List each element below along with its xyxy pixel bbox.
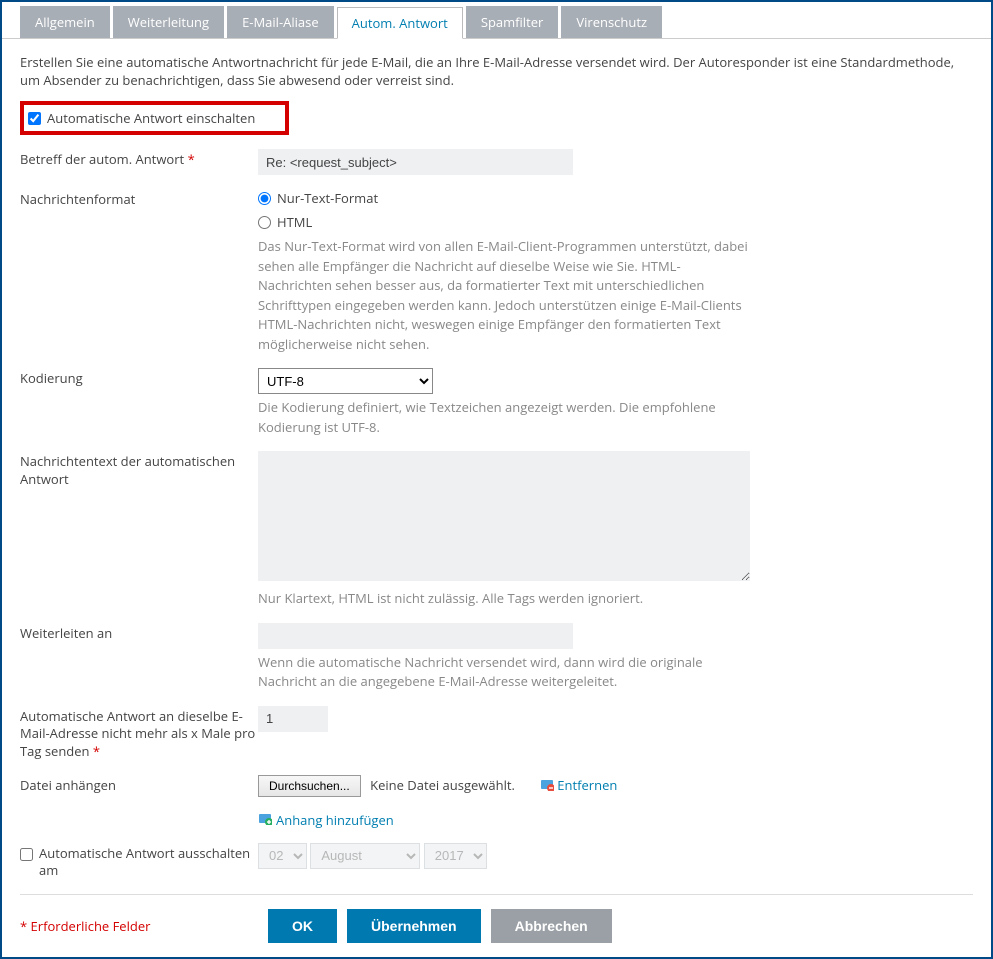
encoding-note: Die Kodierung definiert, wie Textzeichen… [258,398,753,437]
tabs-bar: Allgemein Weiterleitung E-Mail-Aliase Au… [2,2,991,39]
limit-input[interactable] [258,706,328,732]
disable-on-checkbox-row[interactable]: Automatische Antwort ausschalten am [20,845,258,880]
format-html-radio[interactable] [258,216,271,229]
msgtext-note: Nur Klartext, HTML ist nicht zulässig. A… [258,589,753,609]
apply-button[interactable]: Übernehmen [347,909,481,943]
subject-label: Betreff der autom. Antwort * [20,149,258,169]
enable-auto-reply-checkbox[interactable] [28,112,41,125]
attach-label: Datei anhängen [20,775,258,795]
tab-general[interactable]: Allgemein [20,6,110,38]
format-plain-label: Nur-Text-Format [277,189,378,207]
format-html-label: HTML [277,213,312,231]
add-icon [258,811,272,829]
msgtext-textarea[interactable] [258,451,750,581]
format-html-row[interactable]: HTML [258,213,973,231]
disable-day-select[interactable]: 02 [258,843,307,869]
tab-forwarding[interactable]: Weiterleitung [113,6,224,38]
browse-button[interactable]: Durchsuchen... [258,775,361,797]
format-label: Nachrichtenformat [20,189,258,209]
required-note: * Erforderliche Felder [20,909,258,935]
tab-antivirus[interactable]: Virenschutz [561,6,662,38]
remove-attachment-link[interactable]: Entfernen [540,776,617,794]
format-plain-radio[interactable] [258,192,271,205]
msgtext-label: Nachrichtentext der automatischen Antwor… [20,451,258,488]
format-note: Das Nur-Text-Format wird von allen E-Mai… [258,237,753,354]
ok-button[interactable]: OK [268,909,337,943]
disable-on-checkbox[interactable] [20,848,33,861]
forwardto-label: Weiterleiten an [20,623,258,643]
enable-auto-reply-row[interactable]: Automatische Antwort einschalten [28,109,255,127]
tab-spamfilter[interactable]: Spamfilter [466,6,559,38]
encoding-label: Kodierung [20,368,258,388]
forwardto-input[interactable] [258,623,573,649]
disable-month-select[interactable]: August [310,843,420,869]
remove-icon [540,777,554,795]
separator [20,894,973,895]
disable-on-label: Automatische Antwort ausschalten am [39,845,258,880]
no-file-selected-label: Keine Datei ausgewählt. [370,776,515,794]
disable-on-row: Automatische Antwort ausschalten am [20,843,258,880]
enable-auto-reply-label: Automatische Antwort einschalten [47,109,255,127]
forwardto-note: Wenn die automatische Nachricht versende… [258,653,753,692]
add-attachment-link[interactable]: Anhang hinzufügen [258,811,394,829]
tab-aliases[interactable]: E-Mail-Aliase [227,6,334,38]
intro-text: Erstellen Sie eine automatische Antwortn… [20,53,973,89]
subject-input[interactable] [258,149,573,175]
tab-auto-reply[interactable]: Autom. Antwort [337,7,463,39]
enable-highlight: Automatische Antwort einschalten [20,101,289,135]
limit-label: Automatische Antwort an dieselbe E-Mail-… [20,706,258,761]
cancel-button[interactable]: Abbrechen [491,909,612,943]
format-plain-row[interactable]: Nur-Text-Format [258,189,973,207]
disable-year-select[interactable]: 2017 [424,843,487,869]
encoding-select[interactable]: UTF-8 [258,368,433,394]
